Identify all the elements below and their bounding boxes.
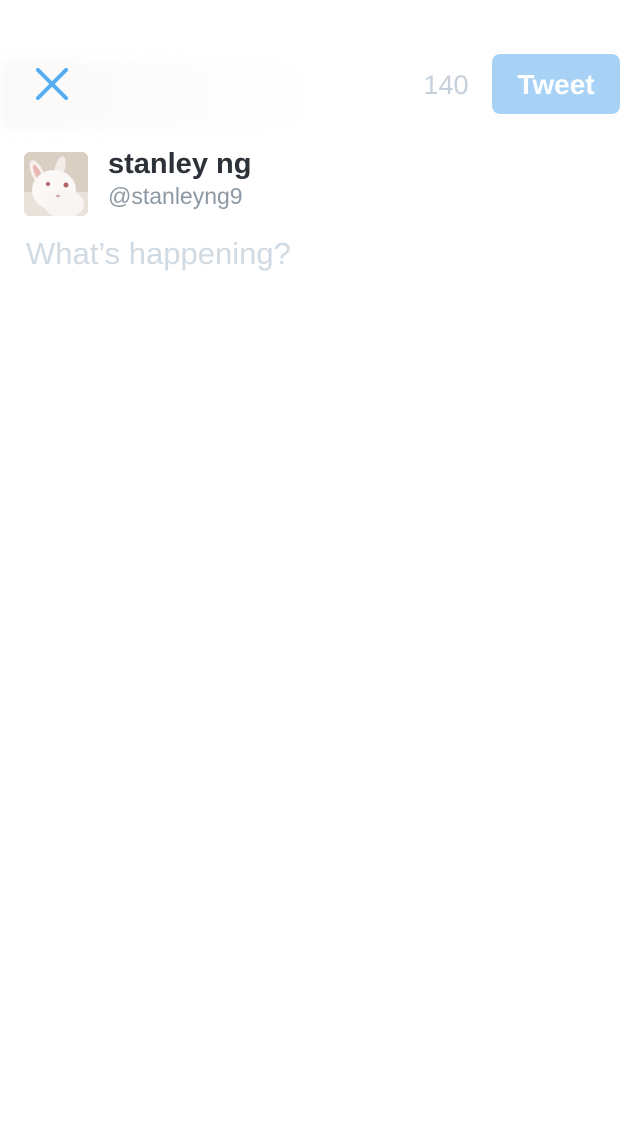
avatar[interactable] bbox=[24, 152, 88, 216]
tweet-button[interactable]: Tweet bbox=[492, 54, 620, 114]
user-handle: @stanleyng9 bbox=[108, 183, 243, 209]
close-button[interactable] bbox=[30, 62, 74, 106]
character-counter: 140 bbox=[423, 70, 469, 100]
display-name[interactable]: stanley ng bbox=[108, 148, 251, 181]
tweet-compose-input[interactable] bbox=[26, 236, 614, 1096]
rabbit-avatar-icon bbox=[24, 152, 88, 216]
close-icon bbox=[36, 68, 68, 100]
